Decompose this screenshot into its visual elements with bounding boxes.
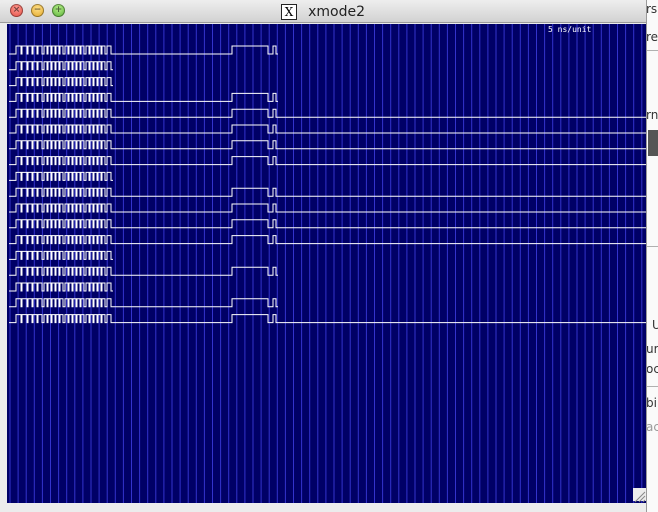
resize-grip-icon [634, 491, 646, 503]
signal-trace [9, 124, 646, 134]
title-group: X xmode2 [0, 0, 646, 22]
signal-trace [9, 250, 113, 260]
background-text-fragment: rn [646, 108, 658, 122]
signal-display[interactable] [7, 24, 646, 503]
signal-trace [9, 45, 278, 55]
background-text-fragment: ac [646, 420, 658, 434]
background-dark-bar [648, 130, 658, 156]
waveform-canvas[interactable] [7, 24, 646, 503]
x11-app-icon: X [281, 4, 297, 20]
signal-trace [9, 282, 113, 292]
signal-trace [9, 77, 113, 87]
background-text-fragment: U [652, 318, 658, 332]
signal-trace [9, 314, 646, 324]
signal-trace [9, 92, 278, 102]
resize-grip[interactable] [633, 488, 646, 503]
signal-trace [9, 219, 646, 229]
signal-trace [9, 187, 646, 197]
time-scale-label: 5 ns/unit [548, 25, 592, 34]
signal-trace [9, 61, 113, 71]
signal-trace [9, 203, 646, 213]
signal-trace [9, 108, 646, 118]
background-text-fragment: rs [646, 2, 658, 16]
background-text-fragment: ur [646, 342, 658, 356]
background-text-fragment: oc [646, 362, 658, 376]
signal-trace [9, 140, 646, 150]
signal-trace [9, 298, 278, 308]
window-title: xmode2 [308, 4, 365, 20]
background-text-fragment: bi [646, 396, 657, 410]
signal-trace [9, 156, 646, 166]
xmode2-window: × − + X xmode2 5 ns/unit [0, 0, 647, 512]
title-bar[interactable]: × − + X xmode2 [0, 0, 646, 23]
background-text-fragment: re [646, 30, 658, 44]
signal-trace [9, 266, 278, 276]
signal-trace [9, 171, 113, 181]
signal-trace [9, 235, 646, 245]
